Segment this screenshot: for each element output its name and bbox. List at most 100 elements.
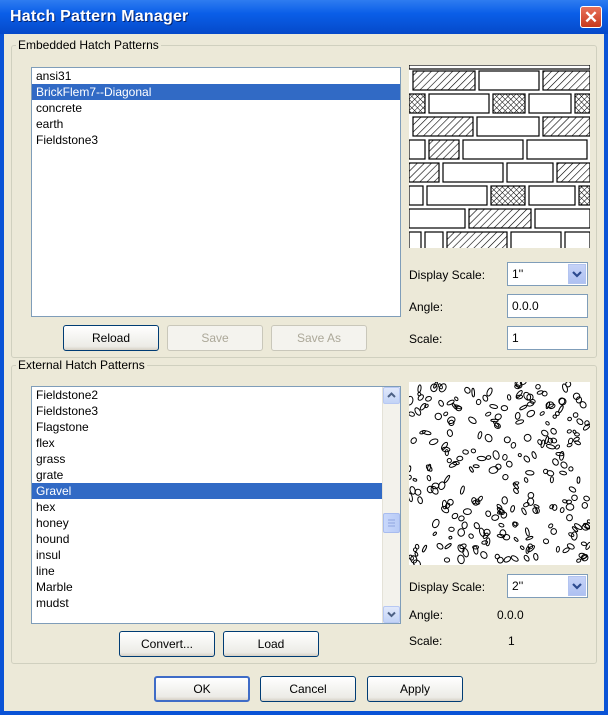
gravel-stone [457,528,466,537]
gravel-stone [580,541,587,547]
gravel-stone [541,390,548,397]
gravel-stone [451,512,459,520]
gravel-stone [572,392,581,401]
apply-button[interactable]: Apply [367,676,463,702]
list-item[interactable]: line [32,563,383,579]
cancel-button[interactable]: Cancel [260,676,356,702]
title-bar[interactable]: Hatch Pattern Manager ✕ [0,0,608,34]
gravel-stone [477,431,483,440]
list-item[interactable]: hex [32,499,383,515]
gravel-stone [542,538,550,545]
ok-button[interactable]: OK [154,676,250,702]
list-item[interactable]: mudst [32,595,383,611]
gravel-stone [494,553,500,560]
external-list-scrollbar[interactable] [382,387,400,623]
gravel-stone [425,395,432,402]
gravel-stone [503,436,511,444]
chevron-down-icon[interactable] [568,264,586,284]
save-as-button[interactable]: Save As [271,325,367,351]
list-item[interactable]: Fieldstone3 [32,132,400,148]
gravel-stone [515,419,525,425]
list-item[interactable]: Fieldstone2 [32,387,383,403]
gravel-stone [441,505,450,514]
gravel-stone [490,418,499,423]
gravel-stone [552,458,559,466]
gravel-stone [410,437,417,444]
angle-value: 0.0.0 [497,608,524,622]
gravel-stone [462,508,472,516]
list-item[interactable]: grate [32,467,383,483]
gravel-stone [488,466,499,474]
gravel-stone [458,515,465,522]
list-item[interactable]: ansi31 [32,68,400,84]
list-item-selected[interactable]: Gravel [32,483,383,499]
list-item[interactable]: insul [32,547,383,563]
gravel-stone [568,466,574,472]
gravel-stone [559,507,565,514]
gravel-stone [582,423,590,431]
gravel-stone [574,523,583,531]
embedded-pattern-list[interactable]: ansi31 BrickFlem7--Diagonal concrete ear… [31,67,401,317]
gravel-stone [523,455,531,463]
gravel-stone [444,543,452,550]
gravel-stone [436,543,444,550]
list-item[interactable]: Fieldstone3 [32,403,383,419]
gravel-stone [513,537,519,542]
gravel-stone [576,476,581,484]
convert-button[interactable]: Convert... [119,631,215,657]
gravel-stone [525,470,535,476]
gravel-stone [485,510,492,517]
gravel-stone [567,416,572,422]
chevron-down-icon[interactable] [568,576,586,596]
gravel-stone [550,427,557,435]
gravel-stone [454,396,459,402]
list-item[interactable]: grass [32,451,383,467]
save-button[interactable]: Save [167,325,263,351]
scroll-thumb[interactable] [383,513,400,533]
list-item[interactable]: hound [32,531,383,547]
list-item[interactable]: earth [32,116,400,132]
gravel-stone [548,523,554,529]
gravel-stone [471,387,476,398]
reload-button[interactable]: Reload [63,325,159,351]
scroll-up-icon [387,392,396,398]
gravel-stone [489,404,499,409]
external-pattern-list[interactable]: Fieldstone2 Fieldstone3 Flagstone flex g… [31,386,401,624]
scale-input[interactable]: 1 [507,326,588,350]
list-item[interactable]: Marble [32,579,383,595]
gravel-stone [555,546,560,553]
gravel-stone [448,535,453,540]
gravel-stone [503,556,512,563]
gravel-stone [519,404,528,411]
list-item[interactable]: concrete [32,100,400,116]
gravel-stone [480,551,488,559]
gravel-stone [526,409,536,418]
scroll-down-button[interactable] [383,606,400,623]
list-item[interactable]: flex [32,435,383,451]
scale-label: Scale: [409,634,443,648]
gravel-stone [566,429,572,434]
angle-label: Angle: [409,608,444,622]
load-button[interactable]: Load [223,631,319,657]
close-button[interactable]: ✕ [580,6,602,28]
list-item[interactable]: Flagstone [32,419,383,435]
display-scale-value: 2'' [512,579,524,593]
gravel-stone [443,474,451,484]
scroll-up-button[interactable] [383,387,400,404]
scale-value: 1 [508,634,515,648]
gravel-stone [421,430,432,436]
display-scale-select[interactable]: 2'' [507,574,588,598]
gravel-stone [512,481,520,486]
angle-input[interactable]: 0.0.0 [507,294,588,318]
list-item-selected[interactable]: BrickFlem7--Diagonal [32,84,400,100]
gravel-stone [581,502,589,509]
gravel-stone [519,382,527,386]
gravel-stone [470,448,477,454]
display-scale-select[interactable]: 1'' [507,262,588,286]
gravel-stone [443,411,449,417]
window-title: Hatch Pattern Manager [10,8,189,25]
gravel-stone [525,536,534,541]
list-item[interactable]: honey [32,515,383,531]
gravel-stone [500,405,509,412]
gravel-stone [417,384,422,393]
